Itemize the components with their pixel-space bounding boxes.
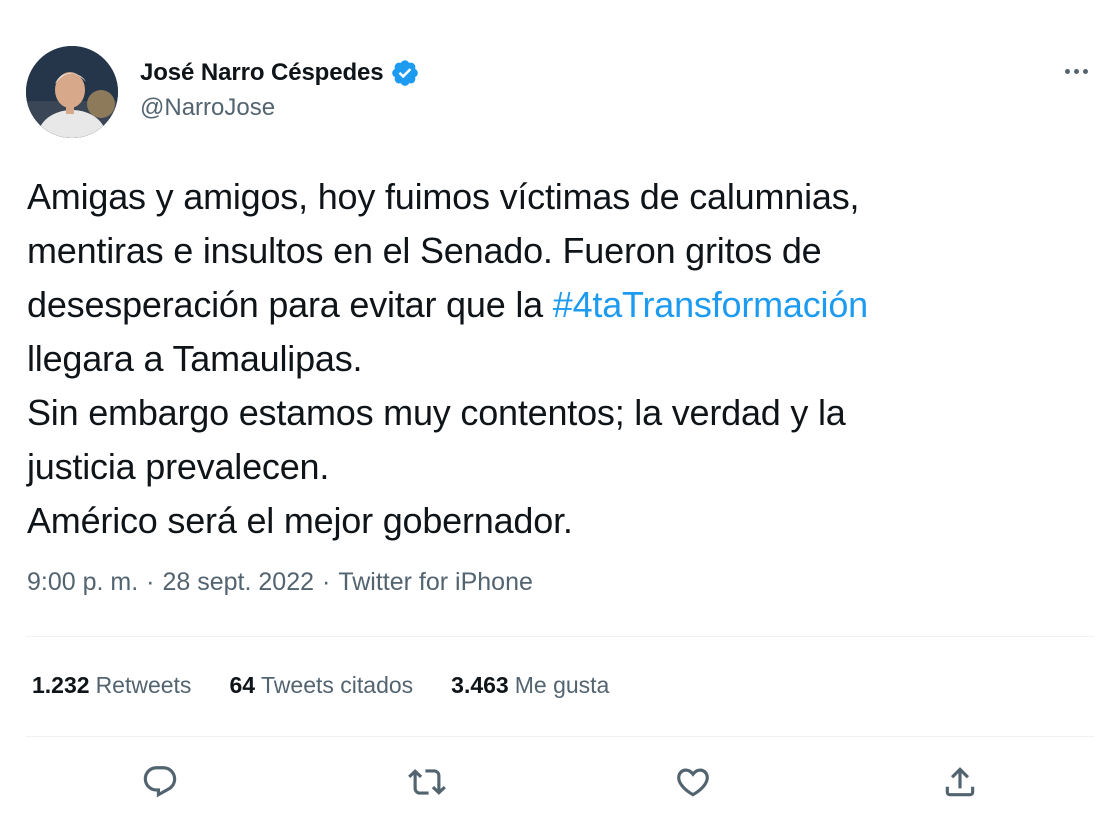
more-dot bbox=[1082, 68, 1088, 74]
meta-separator: · bbox=[322, 568, 331, 596]
tweet-line: llegara a Tamaulipas. bbox=[27, 338, 363, 379]
tweet-line-text: desesperación para evitar que la bbox=[27, 284, 553, 325]
tweet-line: Américo será el mejor gobernador. bbox=[27, 500, 573, 541]
retweets-stat[interactable]: 1.232 Retweets bbox=[32, 672, 191, 699]
share-icon bbox=[945, 767, 975, 797]
quotes-count: 64 bbox=[229, 672, 256, 698]
author-handle[interactable]: @NarroJose bbox=[140, 94, 275, 122]
more-dot bbox=[1073, 68, 1079, 74]
heart-icon bbox=[677, 768, 709, 797]
author-info: José Narro Céspedes bbox=[140, 56, 420, 90]
hashtag-link[interactable]: #4taTransformación bbox=[553, 284, 868, 325]
retweet-icon bbox=[408, 769, 446, 795]
tweet-line: desesperación para evitar que la #4taTra… bbox=[27, 278, 1097, 332]
divider bbox=[26, 636, 1094, 637]
author-name[interactable]: José Narro Céspedes bbox=[140, 59, 384, 87]
tweet-stats: 1.232 Retweets 64 Tweets citados 3.463 Me g… bbox=[32, 672, 609, 699]
more-dot bbox=[1064, 68, 1070, 74]
verified-badge-icon bbox=[390, 58, 420, 88]
avatar[interactable] bbox=[26, 46, 118, 138]
likes-label: Me gusta bbox=[514, 672, 610, 698]
divider bbox=[26, 736, 1094, 737]
retweets-label: Retweets bbox=[95, 672, 192, 698]
reply-icon bbox=[143, 766, 177, 798]
reply-button[interactable] bbox=[138, 760, 182, 804]
likes-stat[interactable]: 3.463 Me gusta bbox=[451, 672, 609, 699]
tweet-text: Amigas y amigos, hoy fuimos víctimas de … bbox=[27, 170, 1097, 548]
tweet-meta: 9:00 p. m. · 28 sept. 2022 · Twitter for… bbox=[27, 568, 533, 597]
tweet-line: Amigas y amigos, hoy fuimos víctimas de … bbox=[27, 176, 860, 217]
tweet-source[interactable]: Twitter for iPhone bbox=[338, 568, 533, 597]
retweet-button[interactable] bbox=[405, 760, 449, 804]
likes-count: 3.463 bbox=[451, 672, 509, 698]
tweet-line: Sin embargo estamos muy contentos; la ve… bbox=[27, 392, 846, 433]
tweet-date[interactable]: 28 sept. 2022 bbox=[163, 568, 315, 597]
like-button[interactable] bbox=[671, 760, 715, 804]
share-button[interactable] bbox=[938, 760, 982, 804]
tweet-time[interactable]: 9:00 p. m. bbox=[27, 568, 138, 597]
quotes-stat[interactable]: 64 Tweets citados bbox=[229, 672, 413, 699]
retweets-count: 1.232 bbox=[32, 672, 90, 698]
more-icon[interactable] bbox=[1058, 56, 1094, 86]
tweet-line: mentiras e insultos en el Senado. Fueron… bbox=[27, 230, 822, 271]
quotes-label: Tweets citados bbox=[261, 672, 414, 698]
meta-separator: · bbox=[146, 568, 155, 596]
avatar-photo bbox=[26, 46, 118, 138]
tweet-line: justicia prevalecen. bbox=[27, 446, 330, 487]
